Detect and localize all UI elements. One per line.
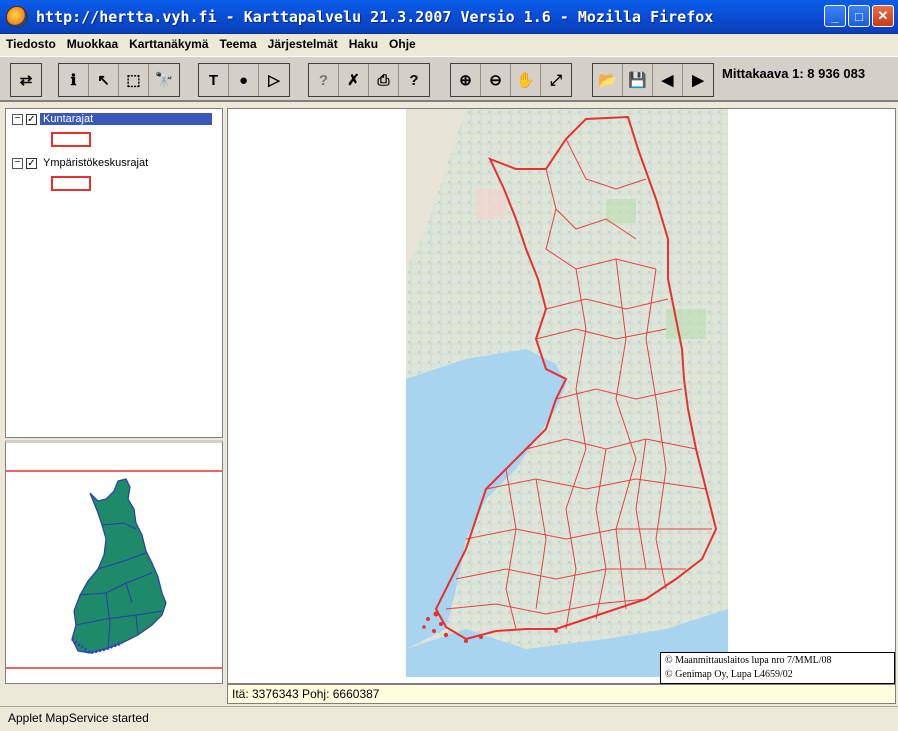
select-arrow-icon[interactable]: ↖: [89, 64, 119, 96]
full-extent-icon[interactable]: ⤢: [541, 64, 571, 96]
menu-karttanakyma[interactable]: Karttanäkymä: [129, 37, 208, 51]
status-bar: Applet MapService started: [0, 706, 898, 731]
maximize-button[interactable]: □: [848, 5, 870, 27]
menu-tiedosto[interactable]: Tiedosto: [6, 37, 56, 51]
next-view-icon[interactable]: ▶: [683, 64, 713, 96]
scale-label: Mittakaava 1: 8 936 083: [722, 66, 866, 81]
copyright-line-1: © Maanmittauslaitos lupa nro 7/MML/08: [665, 655, 832, 666]
layer-label[interactable]: Ympäristökeskusrajat: [40, 157, 151, 169]
menu-jarjestelmat[interactable]: Järjestelmät: [268, 37, 338, 51]
layer-row-ymparistokeskusrajat[interactable]: − ✓ Ympäristökeskusrajat: [12, 155, 151, 171]
toolbar-group-select: ℹ ↖ ⬚ 🔭: [58, 63, 180, 97]
firefox-icon: [6, 5, 28, 28]
toolbar-group-draw: T ● ▷: [198, 63, 290, 97]
minimize-button[interactable]: _: [824, 5, 846, 27]
save-folder-icon[interactable]: 💾: [623, 64, 653, 96]
toolbar-group-navigate: ⊕ ⊖ ✋ ⤢: [450, 63, 572, 97]
window-controls: _ □ ✕: [824, 5, 894, 27]
collapse-icon[interactable]: −: [12, 113, 23, 125]
toolbar-group-edit: ? ✗ ⎙ ?: [308, 63, 430, 97]
report-icon[interactable]: ?: [399, 64, 429, 96]
zoom-out-icon[interactable]: ⊖: [481, 64, 511, 96]
overview-map-graphic: [6, 470, 222, 669]
collapse-icon[interactable]: −: [12, 157, 23, 169]
layer-checkbox[interactable]: ✓: [26, 113, 37, 125]
info-icon[interactable]: ℹ: [59, 64, 89, 96]
copyright-box: © Maanmittauslaitos lupa nro 7/MML/08 © …: [660, 652, 895, 684]
previous-view-icon[interactable]: ◀: [653, 64, 683, 96]
toolbar-group-file: 📂 💾 ◀ ▶: [592, 63, 714, 97]
menu-teema[interactable]: Teema: [220, 37, 257, 51]
pan-hand-icon[interactable]: ✋: [511, 64, 541, 96]
layer-row-kuntarajat[interactable]: − ✓ Kuntarajat: [12, 111, 212, 127]
layer-swatch: [51, 132, 91, 147]
refresh-icon[interactable]: ⇄: [11, 64, 41, 96]
coordinate-readout: Itä: 3376343 Pohj: 6660387: [227, 684, 896, 704]
menu-ohje[interactable]: Ohje: [389, 37, 416, 51]
close-button[interactable]: ✕: [872, 5, 894, 27]
overview-map[interactable]: [5, 440, 223, 684]
title-bar: http://hertta.vyh.fi - Karttapalvelu 21.…: [0, 0, 898, 34]
binoculars-icon[interactable]: 🔭: [149, 64, 179, 96]
clear-selection-icon[interactable]: ✗: [339, 64, 369, 96]
layer-label[interactable]: Kuntarajat: [40, 113, 212, 125]
zoom-in-icon[interactable]: ⊕: [451, 64, 481, 96]
text-tool-icon[interactable]: T: [199, 64, 229, 96]
point-tool-icon[interactable]: ●: [229, 64, 259, 96]
layer-swatch: [51, 176, 91, 191]
finland-overview-shape: [71, 478, 167, 654]
map-canvas[interactable]: [406, 109, 728, 677]
open-folder-icon[interactable]: 📂: [593, 64, 623, 96]
copyright-line-2: © Genimap Oy, Lupa L4659/02: [665, 669, 793, 680]
pointer-tool-icon[interactable]: ▷: [259, 64, 289, 96]
layer-checkbox[interactable]: ✓: [26, 157, 37, 169]
layer-panel: − ✓ Kuntarajat − ✓ Ympäristökeskusrajat: [5, 108, 223, 438]
menu-muokkaa[interactable]: Muokkaa: [67, 37, 118, 51]
print-icon[interactable]: ⎙: [369, 64, 399, 96]
select-box-icon[interactable]: ⬚: [119, 64, 149, 96]
menu-bar: Tiedosto Muokkaa Karttanäkymä Teema Järj…: [0, 34, 898, 54]
map-view[interactable]: © Maanmittauslaitos lupa nro 7/MML/08 © …: [227, 108, 896, 684]
help-query-icon[interactable]: ?: [309, 64, 339, 96]
window-title: http://hertta.vyh.fi - Karttapalvelu 21.…: [36, 7, 714, 26]
menu-haku[interactable]: Haku: [349, 37, 378, 51]
toolbar-group-refresh: ⇄: [10, 63, 42, 97]
